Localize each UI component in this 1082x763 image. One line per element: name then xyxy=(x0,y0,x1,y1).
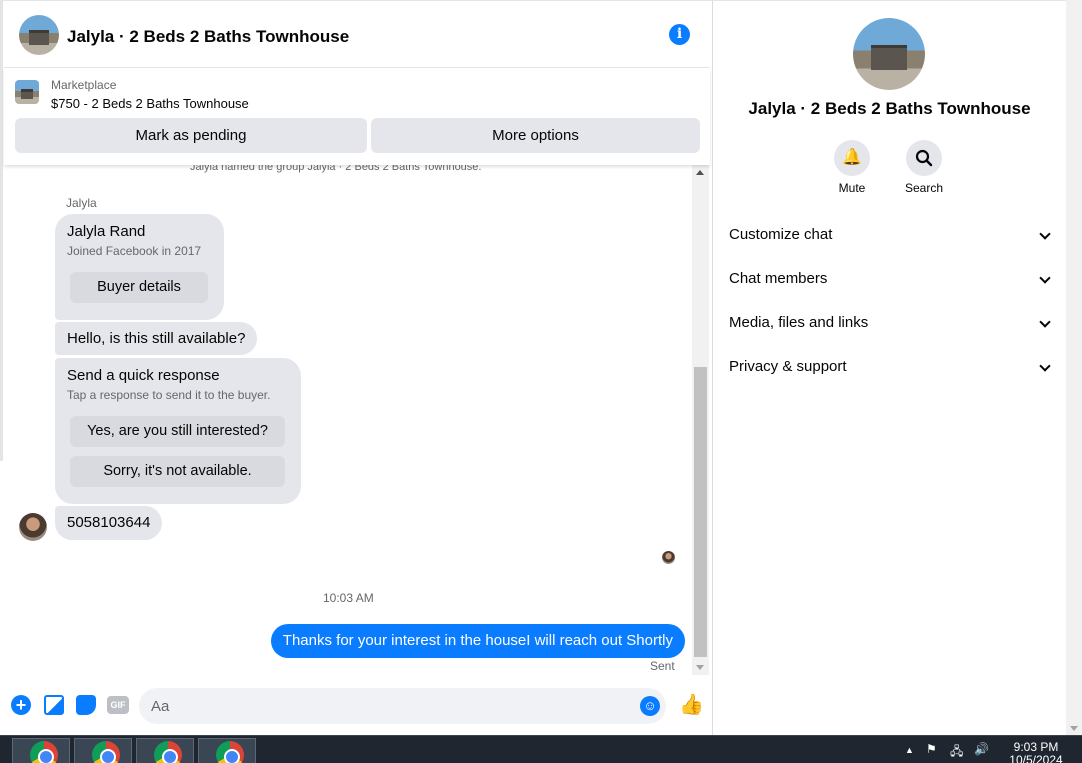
search-icon xyxy=(915,149,933,167)
message-scrollbar[interactable] xyxy=(692,165,709,675)
buyer-details-button[interactable]: Buyer details xyxy=(70,272,208,303)
system-clock[interactable]: 9:03 PM 10/5/2024 xyxy=(1006,741,1066,763)
gif-icon[interactable]: GIF xyxy=(107,696,129,714)
marketplace-banner: Marketplace $750 - 2 Beds 2 Baths Townho… xyxy=(4,68,710,165)
chat-title[interactable]: Jalyla · 2 Beds 2 Baths Townhouse xyxy=(67,27,349,47)
thumbs-up-icon[interactable]: 👍 xyxy=(679,694,704,716)
plus-icon[interactable]: + xyxy=(11,695,31,715)
section-label: Privacy & support xyxy=(729,358,847,375)
chevron-down-icon xyxy=(1039,316,1051,328)
search-button[interactable] xyxy=(906,140,942,176)
chat-panel: Jalyla · 2 Beds 2 Baths Townhouse i Mark… xyxy=(0,0,713,735)
section-media-files-links[interactable]: Media, files and links xyxy=(729,308,1055,338)
taskbar: ▲ ⚑ 🖧 🔊 9:03 PM 10/5/2024 xyxy=(0,735,1082,763)
flag-icon[interactable]: ⚑ xyxy=(926,742,937,756)
quick-response-subtitle: Tap a response to send it to the buyer. xyxy=(67,388,271,402)
chevron-down-icon xyxy=(1039,272,1051,284)
taskbar-app-chrome[interactable] xyxy=(136,738,194,763)
sender-name: Jalyla xyxy=(66,196,97,210)
network-icon[interactable]: 🖧 xyxy=(950,742,963,763)
message-bubble-outgoing: Thanks for your interest in the houseI w… xyxy=(270,624,685,658)
chevron-down-icon xyxy=(1039,228,1051,240)
emoji-icon[interactable]: ☺ xyxy=(640,696,660,716)
chrome-icon xyxy=(92,741,120,763)
message-input[interactable] xyxy=(139,688,666,724)
listing-title[interactable]: $750 - 2 Beds 2 Baths Townhouse xyxy=(51,96,249,111)
volume-icon[interactable]: 🔊 xyxy=(974,742,989,756)
mute-button[interactable]: 🔔 xyxy=(834,140,870,176)
quick-response-yes-button[interactable]: Yes, are you still interested? xyxy=(70,416,285,447)
scroll-thumb[interactable] xyxy=(694,367,707,657)
section-label: Customize chat xyxy=(729,226,833,243)
buyer-name: Jalyla Rand xyxy=(67,223,146,240)
details-title: Jalyla · 2 Beds 2 Baths Townhouse xyxy=(748,99,1031,118)
buyer-profile-card: Jalyla Rand Joined Facebook in 2017 Buye… xyxy=(55,214,224,320)
mute-label: Mute xyxy=(838,181,866,195)
more-options-button[interactable]: More options xyxy=(371,118,700,153)
section-label: Chat members xyxy=(729,270,828,287)
section-privacy-support[interactable]: Privacy & support xyxy=(729,352,1055,382)
chevron-down-icon xyxy=(1039,360,1051,372)
scroll-up-arrow-icon[interactable] xyxy=(696,170,704,175)
mark-as-pending-button[interactable]: Mark as pending xyxy=(15,118,367,153)
message-composer: + GIF ☺ 👍 xyxy=(4,681,710,733)
chrome-icon xyxy=(216,741,244,763)
bell-icon: 🔔 xyxy=(842,149,862,166)
sticker-icon[interactable] xyxy=(76,695,96,715)
buyer-avatar[interactable] xyxy=(19,513,47,541)
message-list: Jalyla named the group Jalyla · 2 Beds 2… xyxy=(4,159,692,679)
search-label: Search xyxy=(904,181,944,195)
quick-response-no-button[interactable]: Sorry, it's not available. xyxy=(70,456,285,487)
message-status: Sent xyxy=(650,659,675,673)
marketplace-label: Marketplace xyxy=(51,78,117,92)
quick-response-card: Send a quick response Tap a response to … xyxy=(55,358,301,504)
chrome-icon xyxy=(30,741,58,763)
taskbar-app-chrome[interactable] xyxy=(74,738,132,763)
group-avatar[interactable] xyxy=(853,18,925,90)
details-panel: Jalyla · 2 Beds 2 Baths Townhouse 🔔 Mute… xyxy=(713,0,1066,735)
section-chat-members[interactable]: Chat members xyxy=(729,264,1055,294)
chat-avatar[interactable] xyxy=(19,15,59,55)
quick-response-title: Send a quick response xyxy=(67,367,220,384)
message-bubble-incoming: Hello, is this still available? xyxy=(55,322,258,355)
section-customize-chat[interactable]: Customize chat xyxy=(729,220,1055,250)
read-receipt-avatar xyxy=(662,551,675,564)
clock-date: 10/5/2024 xyxy=(1009,753,1063,763)
message-bubble-incoming: 5058103644 xyxy=(55,506,163,540)
buyer-joined: Joined Facebook in 2017 xyxy=(67,244,202,258)
scroll-down-arrow-icon[interactable] xyxy=(696,665,704,670)
photo-icon[interactable] xyxy=(44,695,64,715)
listing-thumbnail[interactable] xyxy=(15,80,39,104)
scroll-down-arrow-icon[interactable] xyxy=(1070,726,1078,731)
taskbar-app-chrome[interactable] xyxy=(12,738,70,763)
info-icon[interactable]: i xyxy=(669,24,690,45)
chat-header: Jalyla · 2 Beds 2 Baths Townhouse i xyxy=(4,4,710,68)
page-scrollbar[interactable] xyxy=(1066,0,1082,735)
message-timestamp: 10:03 AM xyxy=(323,591,374,605)
tray-expand-icon[interactable]: ▲ xyxy=(905,745,914,755)
section-label: Media, files and links xyxy=(729,314,869,331)
taskbar-app-chrome[interactable] xyxy=(198,738,256,763)
chrome-icon xyxy=(154,741,182,763)
